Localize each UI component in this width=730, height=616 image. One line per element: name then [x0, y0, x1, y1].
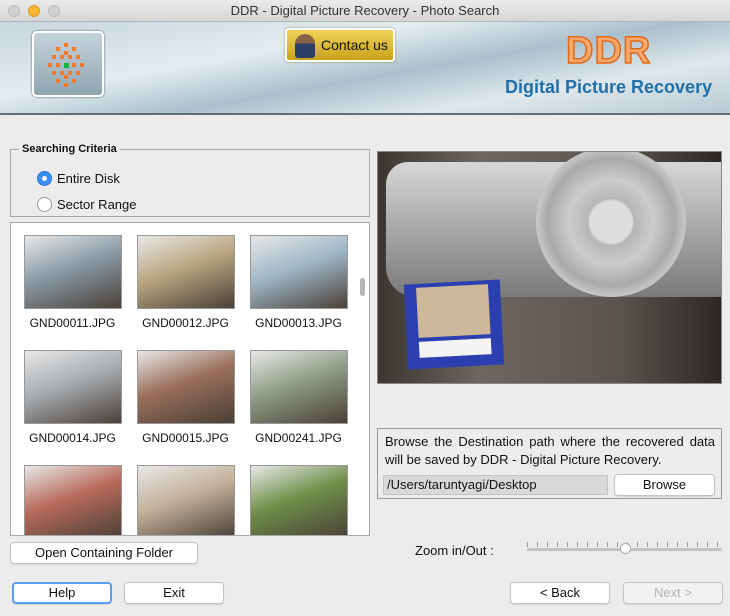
thumbnail-image — [23, 235, 122, 309]
thumbnail-item[interactable]: GND00011.JPG — [16, 235, 129, 330]
next-button[interactable]: Next > — [623, 582, 723, 604]
vertical-scrollbar[interactable] — [360, 278, 365, 296]
thumbnail-image — [249, 465, 348, 535]
thumbnail-filename: GND00012.JPG — [142, 316, 229, 330]
thumbnail-item[interactable]: GND00015.JPG — [129, 350, 242, 445]
open-containing-folder-button[interactable]: Open Containing Folder — [10, 542, 198, 564]
thumbnail-image — [23, 465, 122, 535]
contact-us-button[interactable]: Contact us — [285, 28, 395, 62]
thumbnail-item[interactable]: GND00241.JPG — [242, 350, 355, 445]
destination-panel: Browse the Destination path where the re… — [377, 428, 722, 499]
sector-range-label: Sector Range — [57, 197, 137, 212]
thumbnail-filename: GND00241.JPG — [255, 431, 342, 445]
thumbnail-item[interactable]: GND00244.JPG — [242, 465, 355, 535]
thumbnail-filename: GND00015.JPG — [142, 431, 229, 445]
searching-criteria-title: Searching Criteria — [22, 143, 117, 155]
window-title: DDR - Digital Picture Recovery - Photo S… — [230, 3, 500, 18]
thumbnail-image — [136, 235, 235, 309]
thumbnail-filename: GND00013.JPG — [255, 316, 342, 330]
thumbnail-item[interactable]: GND00012.JPG — [129, 235, 242, 330]
radio-unselected-icon — [37, 197, 52, 212]
radio-selected-icon — [37, 171, 52, 186]
entire-disk-label: Entire Disk — [57, 171, 120, 186]
thumbnail-image — [249, 350, 348, 424]
title-bar: DDR - Digital Picture Recovery - Photo S… — [0, 0, 730, 22]
thumbnail-image — [136, 465, 235, 535]
thumbnail-item[interactable]: GND00013.JPG — [242, 235, 355, 330]
contact-us-label: Contact us — [321, 37, 388, 53]
thumbnail-image — [136, 350, 235, 424]
thumbnail-image — [23, 350, 122, 424]
zoom-window-button[interactable] — [48, 5, 60, 17]
destination-description: Browse the Destination path where the re… — [385, 434, 715, 467]
help-button[interactable]: Help — [12, 582, 112, 604]
photo-preview — [377, 151, 722, 384]
thumbnail-grid[interactable]: GND00011.JPG GND00012.JPG GND00013.JPG GND0… — [10, 222, 370, 536]
zoom-slider[interactable] — [527, 543, 722, 554]
sd-card-image — [403, 279, 505, 370]
destination-path-field[interactable]: /Users/taruntyagi/Desktop — [383, 475, 608, 495]
thumbnail-item[interactable]: GND00242.JPG — [16, 465, 129, 535]
header-banner: Contact us DDR Digital Picture Recovery — [0, 22, 730, 115]
browse-button[interactable]: Browse — [614, 474, 715, 496]
thumbnail-item[interactable]: GND00014.JPG — [16, 350, 129, 445]
thumbnail-filename: GND00014.JPG — [29, 431, 116, 445]
person-icon — [295, 34, 315, 58]
searching-criteria-group: Searching Criteria Entire Disk Sector Ra… — [10, 143, 370, 217]
sector-range-radio[interactable]: Sector Range — [37, 197, 137, 212]
thumbnail-item[interactable]: GND00243.JPG — [129, 465, 242, 535]
minimize-window-button[interactable] — [28, 5, 40, 17]
logo-icon — [48, 43, 84, 87]
zoom-slider-knob[interactable] — [619, 543, 631, 554]
close-window-button[interactable] — [8, 5, 20, 17]
entire-disk-radio[interactable]: Entire Disk — [37, 171, 120, 186]
app-logo — [32, 31, 104, 97]
camera-image — [386, 152, 721, 297]
zoom-label: Zoom in/Out : — [415, 543, 494, 558]
brand-name: DDR — [565, 29, 652, 73]
thumbnail-filename: GND00011.JPG — [29, 316, 116, 330]
thumbnail-image — [249, 235, 348, 309]
product-name: Digital Picture Recovery — [505, 77, 713, 97]
exit-button[interactable]: Exit — [124, 582, 224, 604]
back-button[interactable]: < Back — [510, 582, 610, 604]
